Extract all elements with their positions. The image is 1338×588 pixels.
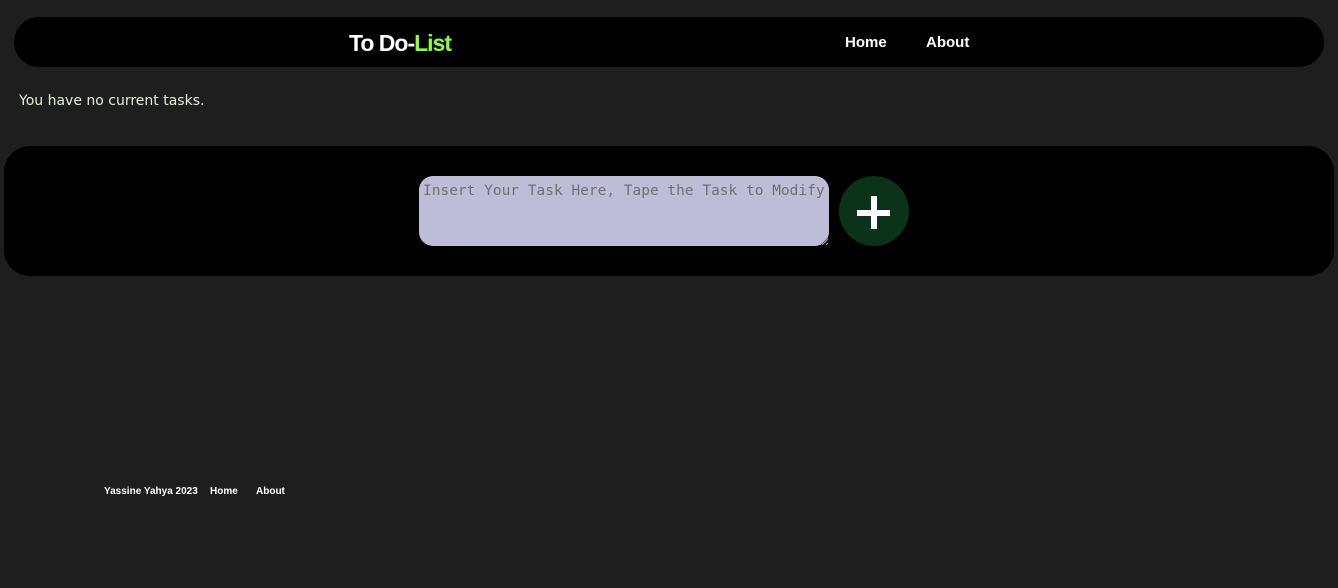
empty-tasks-message: You have no current tasks. — [19, 93, 205, 109]
brand-text: To Do- — [349, 30, 415, 56]
task-form-panel — [4, 146, 1334, 276]
add-task-button[interactable] — [839, 176, 909, 246]
brand-logo[interactable]: To Do-List — [349, 17, 452, 67]
nav-link-about[interactable]: About — [926, 17, 969, 67]
navbar: To Do-List Home About — [14, 17, 1324, 67]
brand-text-accent: List — [414, 30, 452, 56]
nav-link-home[interactable]: Home — [845, 17, 887, 67]
task-input[interactable] — [419, 176, 829, 246]
footer-copyright: Yassine Yahya 2023 — [104, 486, 198, 497]
footer-link-about[interactable]: About — [256, 486, 285, 497]
footer-link-home[interactable]: Home — [210, 486, 238, 497]
